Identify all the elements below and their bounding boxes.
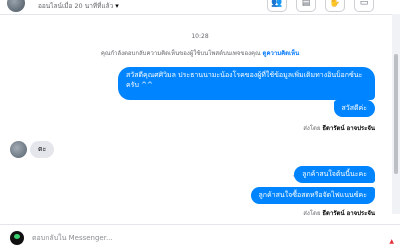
list-icon[interactable]: ▤ [296,0,316,12]
contact-avatar[interactable] [7,0,25,12]
message-timestamp: 10:28 [191,33,209,40]
sent-by: ส่งโดย ธีดารัตน์ อาจประจัน [303,123,375,133]
sent-by: ส่งโดย ธีดารัตน์ อาจประจัน [303,208,375,218]
reply-input[interactable]: ตอบกลับใน Messenger... [32,233,113,244]
sent-by-name: ธีดารัตน์ อาจประจัน [322,210,375,217]
like-icon[interactable]: ▲ [389,238,394,245]
outgoing-message[interactable]: สวัสดีค่ะ [333,100,375,117]
hand-icon[interactable]: ✋ [325,0,345,12]
contact-status[interactable]: ออนไลน์เมื่อ 20 นาทีที่แล้ว ▾ [38,1,119,11]
incoming-message[interactable]: ตะ [30,141,55,158]
notice-text: คุณกำลังตอบกลับความคิดเห็นของผู้ใช้บนโพส… [100,50,261,57]
scrollbar-thumb[interactable] [394,54,398,174]
status-text: ออนไลน์เมื่อ 20 นาทีที่แล้ว [38,2,114,10]
sender-avatar[interactable] [10,141,27,158]
sent-by-label: ส่งโดย [303,125,321,132]
page-avatar [10,231,24,245]
outgoing-message[interactable]: สวัสดีคุณศศิวิมล ประธานนามะน้องโรคของผู้… [118,67,375,100]
people-icon[interactable]: 👥 [267,0,287,12]
sent-by-name: ธีดารัตน์ อาจประจัน [322,125,375,132]
scrollbar[interactable] [392,14,400,214]
outgoing-message[interactable]: ลูกค้าสนใจซื้อสดหรือจัดไฟแนนซ์คะ [250,187,375,204]
view-comment-link[interactable]: ดูความคิดเห็น [263,50,300,57]
sent-by-label: ส่งโดย [303,210,321,217]
message-composer: ตอบกลับใน Messenger... ▲ [0,224,400,251]
outgoing-message[interactable]: ลูกค้าสนใจต้นนี้นะคะ [294,166,375,183]
header-actions: 👥 ▤ ✋ ▭ [267,0,374,12]
panel-icon[interactable]: ▭ [354,0,374,12]
chat-header: ออนไลน์เมื่อ 20 นาทีที่แล้ว ▾ 👥 ▤ ✋ ▭ [0,0,400,15]
comment-reply-notice: คุณกำลังตอบกลับความคิดเห็นของผู้ใช้บนโพส… [0,48,400,58]
chevron-down-icon[interactable]: ▾ [115,2,119,10]
page-logo [14,234,20,239]
